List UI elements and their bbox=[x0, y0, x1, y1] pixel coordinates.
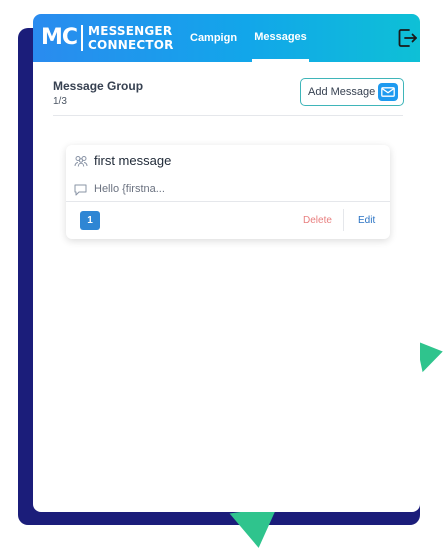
logo-mark: MC bbox=[41, 25, 78, 50]
brand-logo: MC MESSENGER CONNECTOR bbox=[41, 24, 174, 52]
logout-icon[interactable] bbox=[396, 27, 418, 49]
add-message-button[interactable]: Add Message bbox=[300, 78, 404, 106]
card-divider bbox=[66, 201, 390, 202]
message-group-title: Message Group bbox=[53, 79, 144, 93]
section-divider bbox=[53, 115, 403, 116]
add-message-label: Add Message bbox=[308, 86, 376, 98]
logo-wordmark: MESSENGER CONNECTOR bbox=[88, 24, 174, 52]
people-icon bbox=[74, 154, 88, 167]
message-group-count: 1/3 bbox=[53, 96, 67, 107]
delete-button[interactable]: Delete bbox=[303, 215, 332, 226]
edit-button[interactable]: Edit bbox=[358, 215, 375, 226]
decorative-triangle-bottom bbox=[229, 506, 283, 552]
decorative-triangle-right bbox=[415, 335, 447, 373]
header-bar: MC MESSENGER CONNECTOR Campign Messages bbox=[33, 14, 420, 62]
message-title: first message bbox=[94, 153, 172, 168]
logo-separator bbox=[81, 25, 84, 51]
message-index-badge: 1 bbox=[80, 211, 100, 230]
action-separator bbox=[343, 209, 344, 231]
logo-line-1: MESSENGER bbox=[88, 24, 173, 38]
mail-icon bbox=[378, 83, 398, 101]
tab-messages[interactable]: Messages bbox=[252, 14, 309, 62]
chat-bubble-icon bbox=[74, 183, 87, 196]
tab-campaign[interactable]: Campign bbox=[190, 14, 237, 62]
message-card: first message Hello {firstna... 1 Delete… bbox=[66, 145, 390, 239]
message-preview: Hello {firstna... bbox=[94, 183, 165, 195]
logo-line-2: CONNECTOR bbox=[88, 38, 174, 52]
app-panel: MC MESSENGER CONNECTOR Campign Messages … bbox=[33, 14, 420, 512]
